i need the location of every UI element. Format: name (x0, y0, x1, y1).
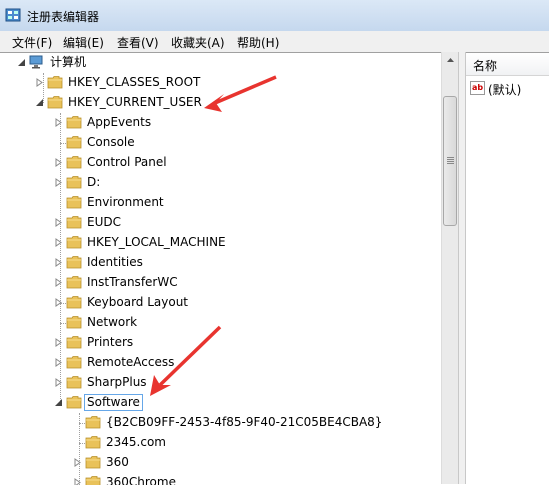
arrow-to-hkcu (214, 75, 277, 105)
arrow-head-hkcu (204, 94, 224, 112)
annotation-arrows (150, 75, 277, 396)
arrow-to-software (158, 325, 222, 387)
